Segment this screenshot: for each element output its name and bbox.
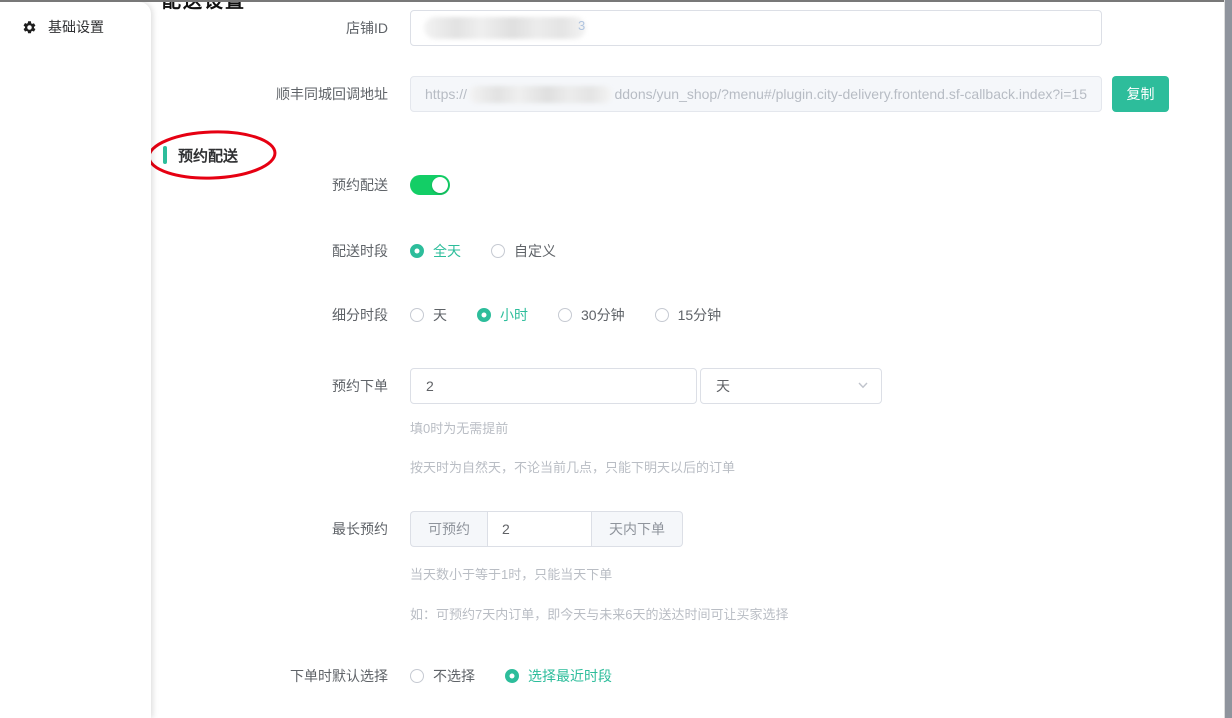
redacted-ghost-char: 3	[578, 18, 585, 33]
radio-icon	[491, 244, 505, 258]
radio-label: 不选择	[433, 666, 475, 686]
section-header: 预约配送	[163, 144, 238, 166]
window-top-border	[0, 0, 1232, 2]
select-value: 天	[716, 376, 730, 396]
radio-option-day[interactable]: 天	[410, 305, 447, 325]
radio-icon	[505, 669, 519, 683]
shop-id-input[interactable]: 3	[410, 10, 1102, 46]
radio-label: 15分钟	[678, 305, 722, 325]
gear-icon	[22, 20, 37, 35]
reservation-delivery-toggle[interactable]	[410, 175, 450, 195]
redacted-shop-id-value	[424, 17, 586, 39]
radio-label: 选择最近时段	[528, 666, 612, 686]
section-accent-bar	[163, 146, 167, 164]
radio-icon	[410, 244, 424, 258]
advance-order-input[interactable]	[410, 368, 697, 404]
radio-option-allday[interactable]: 全天	[410, 241, 461, 261]
shop-id-row: 店铺ID 3	[0, 10, 1102, 46]
sidebar: 基础设置	[0, 2, 151, 718]
max-reserve-hint1: 当天数小于等于1时，只能当天下单	[410, 567, 612, 583]
radio-icon	[410, 308, 424, 322]
advance-order-unit-select[interactable]: 天	[700, 368, 882, 404]
sidebar-item-basic-settings[interactable]: 基础设置	[0, 2, 151, 37]
radio-icon	[558, 308, 572, 322]
copy-button[interactable]: 复制	[1112, 76, 1169, 112]
max-reserve-input[interactable]	[487, 511, 592, 547]
radio-icon	[477, 308, 491, 322]
section-title: 预约配送	[178, 145, 238, 166]
callback-url-suffix: ddons/yun_shop/?menu#/plugin.city-delive…	[614, 86, 1087, 102]
toggle-knob	[432, 177, 448, 193]
scrollbar[interactable]	[1224, 0, 1232, 718]
radio-option-hour[interactable]: 小时	[477, 305, 528, 325]
radio-icon	[410, 669, 424, 683]
callback-url-prefix: https://	[425, 86, 467, 102]
radio-option-no-select[interactable]: 不选择	[410, 666, 475, 686]
radio-option-nearest-slot[interactable]: 选择最近时段	[505, 666, 612, 686]
max-reserve-hint2: 如：可预约7天内订单，即今天与未来6天的送达时间可让买家选择	[410, 607, 788, 623]
radio-label: 自定义	[514, 241, 556, 261]
chevron-down-icon	[857, 378, 869, 394]
radio-label: 30分钟	[581, 305, 625, 325]
radio-label: 全天	[433, 241, 461, 261]
callback-row: 顺丰同城回调地址 https://ddons/yun_shop/?menu#/p…	[0, 76, 1102, 112]
radio-icon	[655, 308, 669, 322]
sidebar-item-label: 基础设置	[48, 17, 104, 37]
advance-order-hint1: 填0时为无需提前	[410, 421, 508, 437]
advance-order-hint2: 按天时为自然天，不论当前几点，只能下明天以后的订单	[410, 460, 735, 476]
radio-option-custom[interactable]: 自定义	[491, 241, 556, 261]
max-reserve-append: 天内下单	[592, 511, 683, 547]
radio-option-15min[interactable]: 15分钟	[655, 305, 722, 325]
radio-option-30min[interactable]: 30分钟	[558, 305, 625, 325]
callback-url-input: https:// ddons/yun_shop/?menu#/plugin.cit…	[410, 76, 1102, 112]
redacted-domain	[469, 86, 612, 103]
radio-label: 天	[433, 305, 447, 325]
radio-label: 小时	[500, 305, 528, 325]
max-reserve-prepend: 可预约	[410, 511, 487, 547]
